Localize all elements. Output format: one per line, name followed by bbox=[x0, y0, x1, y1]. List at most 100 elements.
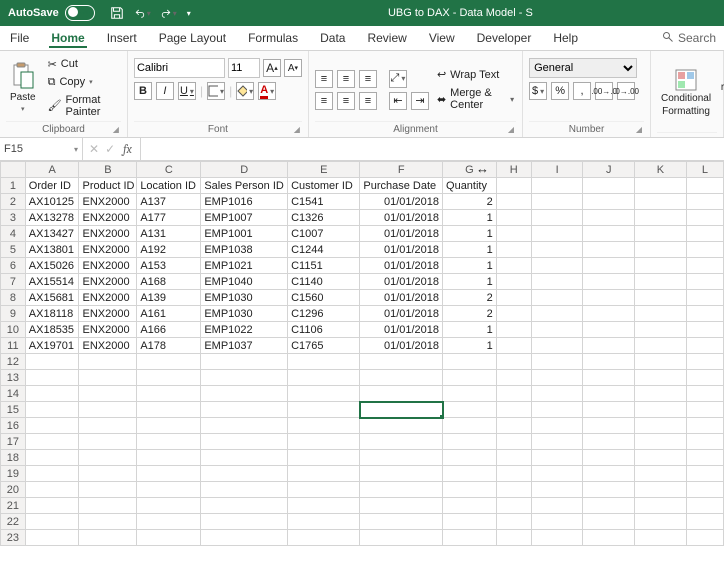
borders-button[interactable] bbox=[207, 82, 225, 100]
cell[interactable]: Sales Person ID bbox=[201, 178, 288, 194]
cell[interactable] bbox=[583, 482, 635, 498]
column-header-I[interactable]: I bbox=[531, 162, 583, 178]
cell[interactable] bbox=[686, 290, 723, 306]
cell[interactable] bbox=[496, 370, 531, 386]
cell[interactable]: A139 bbox=[137, 290, 201, 306]
cell[interactable] bbox=[137, 530, 201, 546]
cell[interactable]: 01/01/2018 bbox=[360, 242, 443, 258]
increase-indent-button[interactable]: ⇥ bbox=[411, 92, 429, 110]
cell[interactable] bbox=[288, 498, 360, 514]
conditional-formatting-button[interactable]: Conditional Formatting bbox=[657, 54, 715, 132]
align-middle-button[interactable]: ≡ bbox=[337, 70, 355, 88]
cell[interactable] bbox=[635, 226, 687, 242]
cell[interactable]: ENX2000 bbox=[79, 258, 137, 274]
cell[interactable] bbox=[360, 530, 443, 546]
cell[interactable] bbox=[686, 466, 723, 482]
cell[interactable]: Location ID bbox=[137, 178, 201, 194]
cell[interactable] bbox=[360, 370, 443, 386]
row-header-10[interactable]: 10 bbox=[1, 322, 26, 338]
tab-developer[interactable]: Developer bbox=[475, 29, 534, 47]
cell[interactable] bbox=[201, 370, 288, 386]
cell[interactable] bbox=[686, 482, 723, 498]
cell[interactable]: 01/01/2018 bbox=[360, 258, 443, 274]
cell[interactable] bbox=[443, 450, 497, 466]
cell[interactable] bbox=[443, 418, 497, 434]
cell[interactable] bbox=[686, 226, 723, 242]
cell[interactable] bbox=[25, 354, 79, 370]
cell[interactable] bbox=[137, 514, 201, 530]
font-name-input[interactable] bbox=[134, 58, 225, 78]
cell[interactable] bbox=[25, 514, 79, 530]
cell[interactable] bbox=[531, 466, 583, 482]
cell[interactable] bbox=[137, 402, 201, 418]
row-header-17[interactable]: 17 bbox=[1, 434, 26, 450]
cell[interactable] bbox=[79, 434, 137, 450]
cell[interactable] bbox=[25, 498, 79, 514]
cell[interactable] bbox=[360, 466, 443, 482]
cell[interactable]: ENX2000 bbox=[79, 290, 137, 306]
cell[interactable] bbox=[496, 242, 531, 258]
column-header-F[interactable]: F bbox=[360, 162, 443, 178]
cell[interactable] bbox=[360, 514, 443, 530]
spreadsheet-grid[interactable]: ABCDEFGHIJKL1Order IDProduct IDLocation … bbox=[0, 161, 724, 561]
chevron-down-icon[interactable]: ▾ bbox=[74, 145, 78, 154]
row-header-8[interactable]: 8 bbox=[1, 290, 26, 306]
row-header-14[interactable]: 14 bbox=[1, 386, 26, 402]
row-header-18[interactable]: 18 bbox=[1, 450, 26, 466]
dialog-launcher-icon[interactable]: ◢ bbox=[294, 125, 300, 134]
cell[interactable]: EMP1038 bbox=[201, 242, 288, 258]
font-color-button[interactable]: A bbox=[258, 82, 276, 100]
cell[interactable] bbox=[531, 498, 583, 514]
increase-font-button[interactable]: A▴ bbox=[263, 59, 281, 77]
cell[interactable] bbox=[531, 450, 583, 466]
row-header-7[interactable]: 7 bbox=[1, 274, 26, 290]
percent-button[interactable]: % bbox=[551, 82, 569, 100]
cell[interactable] bbox=[137, 434, 201, 450]
cell[interactable] bbox=[686, 450, 723, 466]
column-header-D[interactable]: D bbox=[201, 162, 288, 178]
cell[interactable]: A137 bbox=[137, 194, 201, 210]
cell[interactable] bbox=[635, 370, 687, 386]
cell[interactable]: C1296 bbox=[288, 306, 360, 322]
cell[interactable]: C1007 bbox=[288, 226, 360, 242]
cell[interactable] bbox=[635, 482, 687, 498]
cell[interactable]: 01/01/2018 bbox=[360, 194, 443, 210]
row-header-2[interactable]: 2 bbox=[1, 194, 26, 210]
cell[interactable] bbox=[635, 338, 687, 354]
cell[interactable] bbox=[531, 418, 583, 434]
cell[interactable]: 01/01/2018 bbox=[360, 274, 443, 290]
align-left-button[interactable]: ≡ bbox=[315, 92, 333, 110]
cell[interactable]: ENX2000 bbox=[79, 242, 137, 258]
select-all-cell[interactable] bbox=[1, 162, 26, 178]
cell[interactable] bbox=[443, 434, 497, 450]
cell[interactable] bbox=[635, 434, 687, 450]
cell[interactable] bbox=[531, 514, 583, 530]
decrease-indent-button[interactable]: ⇤ bbox=[389, 92, 407, 110]
column-header-K[interactable]: K bbox=[635, 162, 687, 178]
cell[interactable]: 1 bbox=[443, 322, 497, 338]
cell[interactable]: C1326 bbox=[288, 210, 360, 226]
number-format-select[interactable]: General bbox=[529, 58, 637, 78]
cell[interactable] bbox=[583, 354, 635, 370]
cell[interactable] bbox=[635, 322, 687, 338]
cell[interactable]: C1560 bbox=[288, 290, 360, 306]
cell[interactable] bbox=[686, 194, 723, 210]
tab-review[interactable]: Review bbox=[365, 29, 408, 47]
cell[interactable] bbox=[137, 370, 201, 386]
cell[interactable] bbox=[496, 402, 531, 418]
cancel-icon[interactable]: ✕ bbox=[89, 142, 99, 156]
cell[interactable] bbox=[583, 402, 635, 418]
italic-button[interactable]: I bbox=[156, 82, 174, 100]
cell[interactable] bbox=[583, 386, 635, 402]
cell[interactable] bbox=[686, 338, 723, 354]
cell[interactable] bbox=[686, 370, 723, 386]
cell[interactable] bbox=[496, 498, 531, 514]
cell[interactable] bbox=[635, 194, 687, 210]
cell[interactable] bbox=[531, 194, 583, 210]
cell[interactable] bbox=[583, 226, 635, 242]
cell[interactable]: EMP1030 bbox=[201, 290, 288, 306]
cell[interactable]: AX15026 bbox=[25, 258, 79, 274]
cell[interactable] bbox=[288, 386, 360, 402]
cell[interactable] bbox=[360, 402, 443, 418]
row-header-22[interactable]: 22 bbox=[1, 514, 26, 530]
